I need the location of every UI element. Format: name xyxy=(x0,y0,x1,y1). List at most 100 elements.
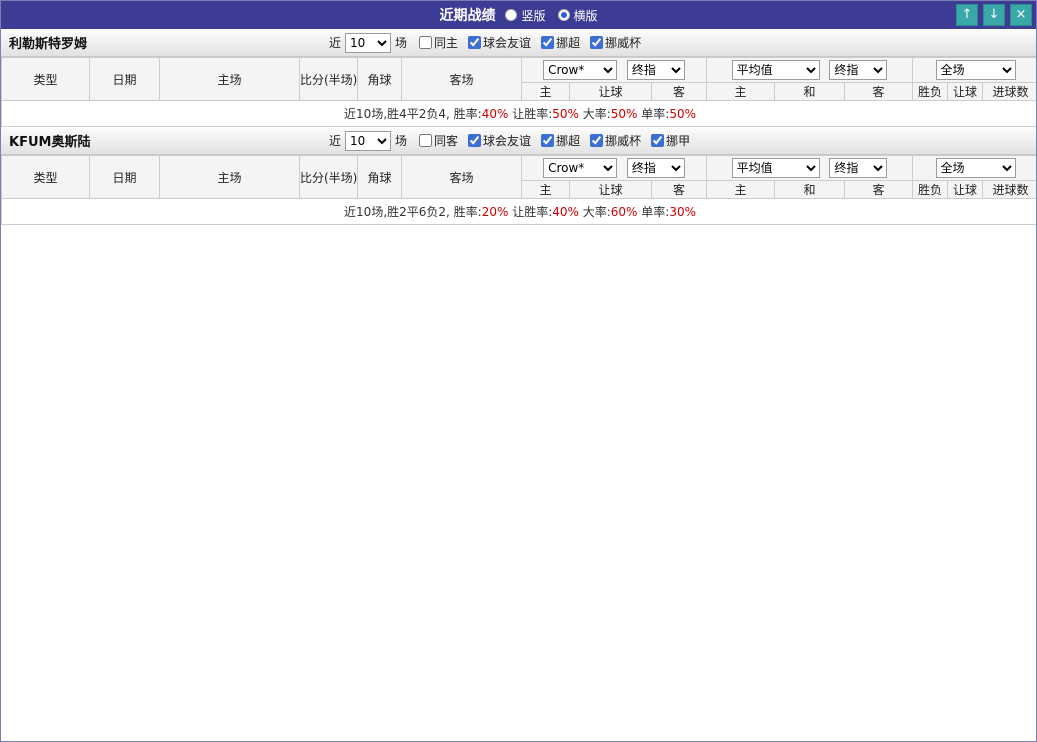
average-select[interactable]: 平均值 xyxy=(731,158,820,178)
col-handicap-result: 让球 xyxy=(947,180,984,199)
team-section-away: KFUM奥斯陆 近 10 场 同客 球会友谊 挪超 挪威杯 挪甲 类型 日期 主场 比分… xyxy=(1,127,1036,225)
col-avg-home: 主 xyxy=(706,82,775,101)
col-goals-result: 进球数 xyxy=(982,82,1036,101)
filter-checkbox-同主[interactable]: 同主 xyxy=(419,34,458,51)
checkbox-label: 挪甲 xyxy=(666,134,691,148)
handicap-odds-group: Crow* 终指 xyxy=(521,57,707,83)
radio-label: 横版 xyxy=(573,8,598,23)
scope-select[interactable]: 全场 xyxy=(935,158,1016,178)
section-header: 利勒斯特罗姆 近 10 场 同主 球会友谊 挪超 挪威杯 xyxy=(1,29,1036,57)
checkbox-label: 同客 xyxy=(434,134,459,148)
col-avg-draw: 和 xyxy=(774,82,845,101)
layout-radio-横版[interactable]: 横版 xyxy=(557,7,598,24)
record-summary: 近10场,胜4平2负4, 胜率:40% 让胜率:50% 大率:50% 单率:50… xyxy=(1,100,1036,127)
layout-radio-group: 竖版 横版 xyxy=(505,7,598,24)
summary-segment: 40% xyxy=(481,107,509,121)
avg-stage-select[interactable]: 终指 xyxy=(829,158,888,178)
summary-segment: 单率: xyxy=(637,205,670,219)
col-avg-away: 客 xyxy=(843,180,914,199)
col-avg-home: 主 xyxy=(706,180,775,199)
average-select[interactable]: 平均值 xyxy=(731,60,820,80)
summary-segment: 20% xyxy=(481,205,509,219)
average-odds-group: 平均值 终指 xyxy=(705,57,914,83)
page-title: 近期战绩 xyxy=(439,8,496,24)
competition-filters: 同客 球会友谊 挪超 挪威杯 挪甲 xyxy=(419,132,690,149)
layout-radio-竖版[interactable]: 竖版 xyxy=(505,7,546,24)
col-avg-draw: 和 xyxy=(774,180,845,199)
filter-checkbox-挪威杯[interactable]: 挪威杯 xyxy=(590,132,641,149)
col-result: 胜负 xyxy=(912,82,949,101)
checkbox-input[interactable] xyxy=(541,134,555,147)
filter-checkbox-球会友谊[interactable]: 球会友谊 xyxy=(468,34,531,51)
col-corners: 角球 xyxy=(357,155,402,199)
recent-results-window: 近期战绩 竖版 横版 ↑ ↓ × 利勒斯特罗姆 近 10 场 同主 球会友谊 挪超 挪威… xyxy=(0,0,1037,742)
odds-stage-select[interactable]: 终指 xyxy=(626,158,685,178)
col-date: 日期 xyxy=(89,155,160,199)
match-count-select[interactable]: 10 xyxy=(345,32,392,53)
col-away: 客场 xyxy=(401,57,522,101)
filter-checkbox-球会友谊[interactable]: 球会友谊 xyxy=(468,132,531,149)
col-score: 比分(半场) xyxy=(299,155,358,199)
checkbox-label: 挪威杯 xyxy=(605,134,642,148)
near-label: 近 xyxy=(329,36,342,50)
games-label: 场 xyxy=(395,36,408,50)
checkbox-label: 挪超 xyxy=(556,134,581,148)
filter-bar: 近 10 场 同客 球会友谊 挪超 挪威杯 挪甲 xyxy=(329,127,690,154)
radio-label: 竖版 xyxy=(521,8,546,23)
summary-segment: 单率: xyxy=(637,107,670,121)
col-type: 类型 xyxy=(1,57,90,101)
checkbox-input[interactable] xyxy=(590,134,604,147)
filter-bar: 近 10 场 同主 球会友谊 挪超 挪威杯 xyxy=(329,29,641,56)
team-name-title: 利勒斯特罗姆 xyxy=(9,37,88,52)
checkbox-input[interactable] xyxy=(419,36,433,49)
col-odds-home: 主 xyxy=(521,180,570,199)
checkbox-input[interactable] xyxy=(468,36,482,49)
summary-segment: 30% xyxy=(669,205,696,219)
filter-checkbox-挪甲[interactable]: 挪甲 xyxy=(651,132,690,149)
summary-segment: 50% xyxy=(669,107,696,121)
checkbox-label: 挪威杯 xyxy=(605,36,642,50)
average-odds-group: 平均值 终指 xyxy=(705,155,914,181)
col-avg-away: 客 xyxy=(843,82,914,101)
col-home: 主场 xyxy=(159,57,300,101)
filter-checkbox-挪威杯[interactable]: 挪威杯 xyxy=(590,34,641,51)
summary-segment: 60% xyxy=(610,205,638,219)
bookmaker-select[interactable]: Crow* xyxy=(543,60,618,80)
summary-segment: 大率: xyxy=(578,205,611,219)
avg-stage-select[interactable]: 终指 xyxy=(829,60,888,80)
checkbox-input[interactable] xyxy=(468,134,482,147)
col-home: 主场 xyxy=(159,155,300,199)
match-count-select[interactable]: 10 xyxy=(345,130,392,151)
filter-checkbox-挪超[interactable]: 挪超 xyxy=(541,132,580,149)
team-section-home: 利勒斯特罗姆 近 10 场 同主 球会友谊 挪超 挪威杯 类型 日期 主场 比分(半场… xyxy=(1,29,1036,127)
checkbox-input[interactable] xyxy=(419,134,433,147)
bookmaker-select[interactable]: Crow* xyxy=(543,158,618,178)
titlebar: 近期战绩 竖版 横版 ↑ ↓ × xyxy=(1,1,1036,29)
team-name-title: KFUM奥斯陆 xyxy=(9,135,91,150)
col-handicap-result: 让球 xyxy=(947,82,984,101)
col-score: 比分(半场) xyxy=(299,57,358,101)
move-down-button[interactable]: ↓ xyxy=(983,4,1005,26)
col-result: 胜负 xyxy=(912,180,949,199)
matches-table: 类型 日期 主场 比分(半场) 角球 客场 Crow* 终指 平均值 终指 全场… xyxy=(1,155,1036,225)
close-button[interactable]: × xyxy=(1010,4,1032,26)
summary-segment: 50% xyxy=(552,107,579,121)
odds-stage-select[interactable]: 终指 xyxy=(626,60,685,80)
filter-checkbox-挪超[interactable]: 挪超 xyxy=(541,34,580,51)
col-odds-away: 客 xyxy=(651,82,707,101)
filter-checkbox-同客[interactable]: 同客 xyxy=(419,132,458,149)
col-date: 日期 xyxy=(89,57,160,101)
window-buttons: ↑ ↓ × xyxy=(956,4,1032,26)
handicap-odds-group: Crow* 终指 xyxy=(521,155,707,181)
record-summary: 近10场,胜2平6负2, 胜率:20% 让胜率:40% 大率:60% 单率:30… xyxy=(1,198,1036,225)
radio-icon xyxy=(505,9,518,21)
matches-table: 类型 日期 主场 比分(半场) 角球 客场 Crow* 终指 平均值 终指 全场… xyxy=(1,57,1036,127)
radio-icon xyxy=(557,9,570,21)
move-up-button[interactable]: ↑ xyxy=(956,4,978,26)
summary-segment: 近10场,胜2平6负2, 胜率: xyxy=(344,205,482,219)
competition-filters: 同主 球会友谊 挪超 挪威杯 xyxy=(419,34,641,51)
checkbox-input[interactable] xyxy=(651,134,665,147)
checkbox-input[interactable] xyxy=(541,36,555,49)
checkbox-input[interactable] xyxy=(590,36,604,49)
scope-select[interactable]: 全场 xyxy=(935,60,1016,80)
